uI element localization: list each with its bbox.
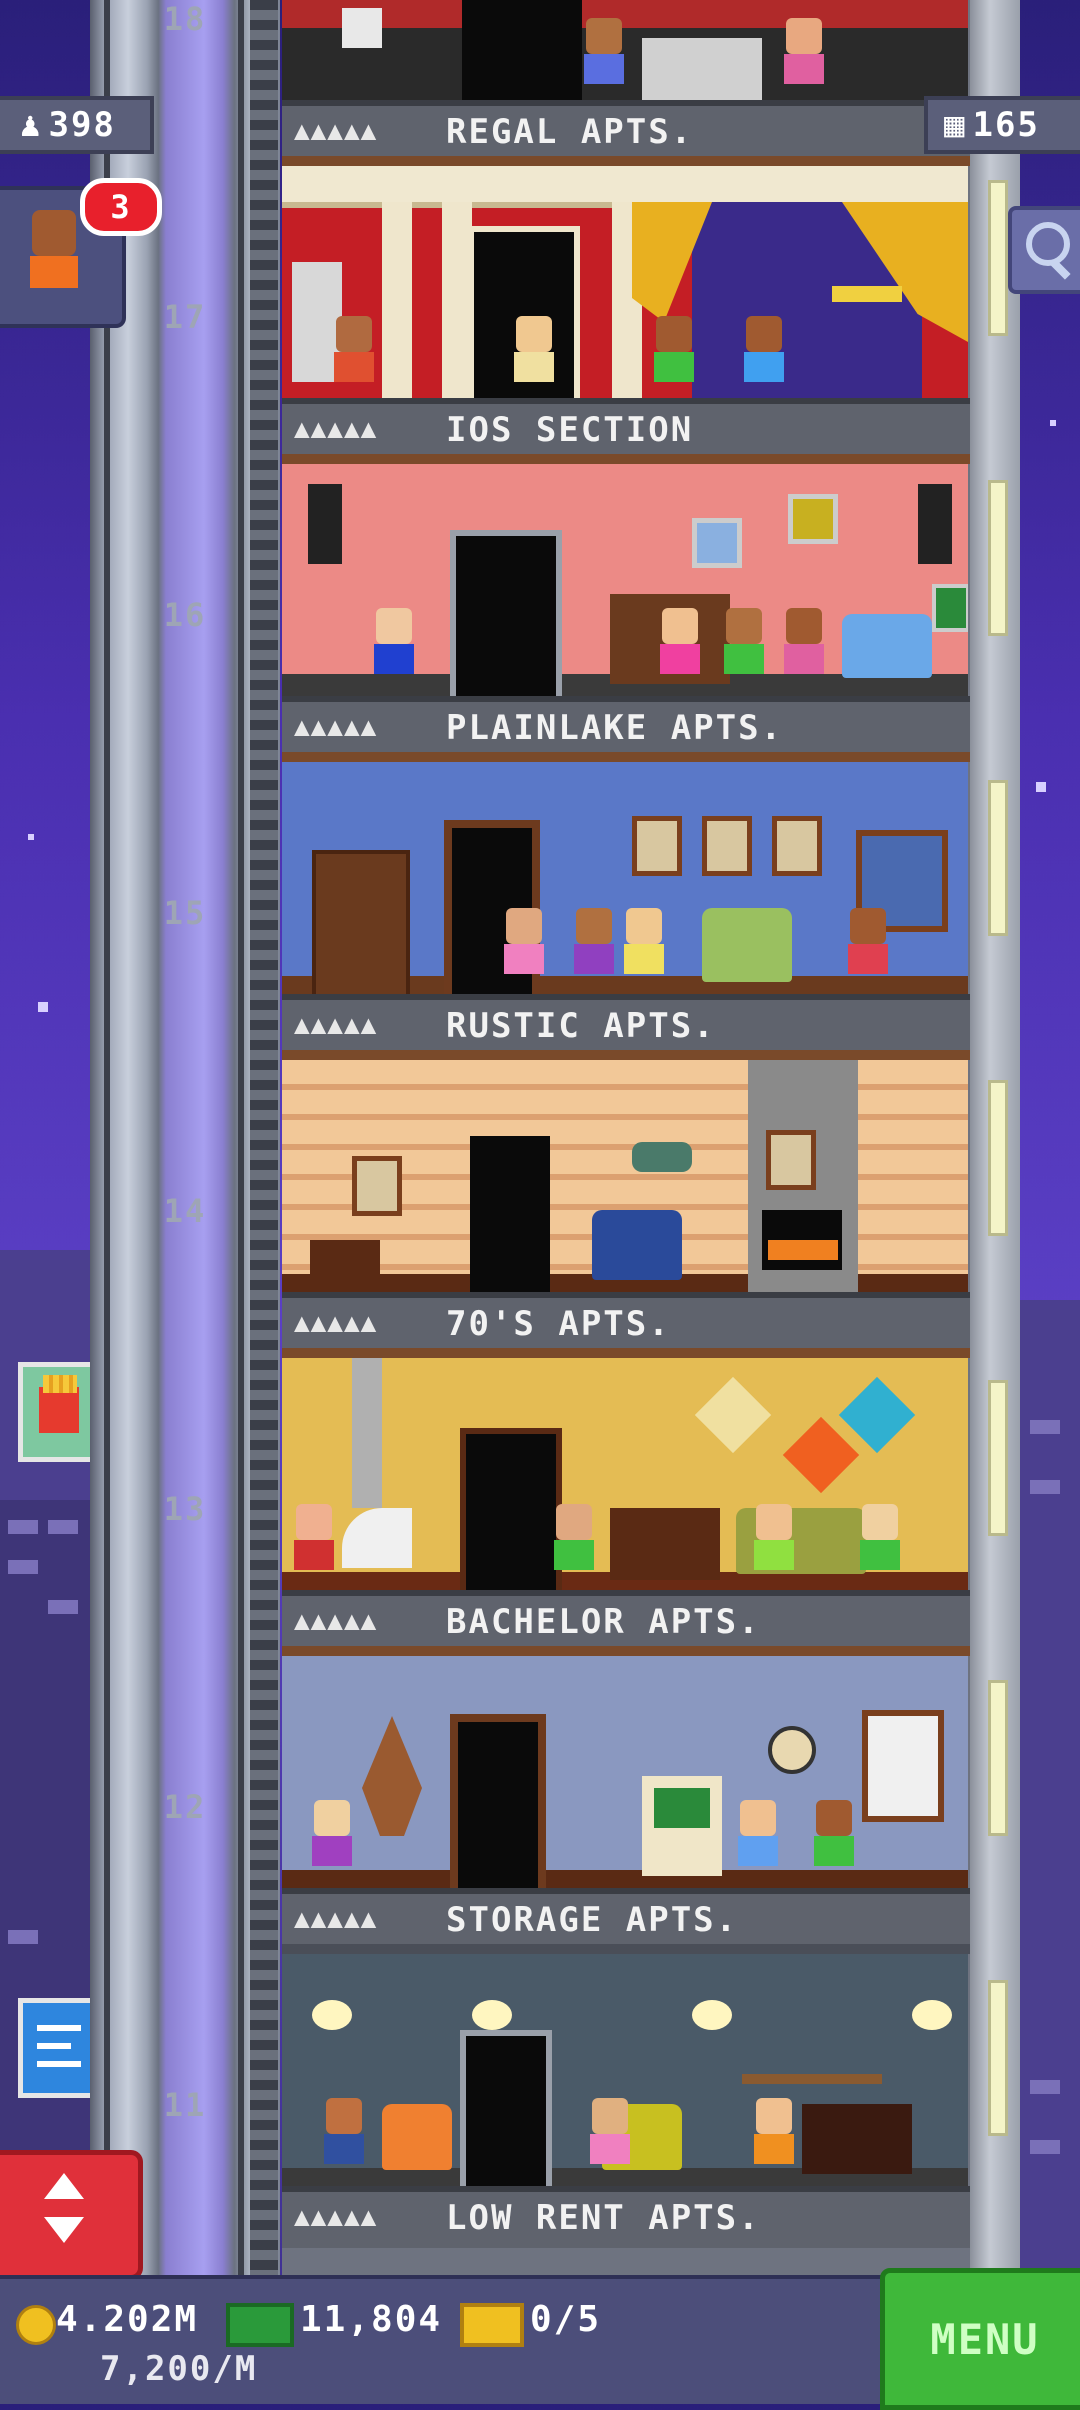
star: [38, 1002, 48, 1012]
resident[interactable]: [736, 1800, 780, 1878]
floor-name: LOW RENT APTS.: [446, 2198, 761, 2238]
notification-badge: 3: [80, 178, 162, 236]
population-counter[interactable]: ♟ 398: [0, 96, 154, 154]
floor-number: 11: [163, 2086, 207, 2124]
floor-bachelor-apts[interactable]: ▲▲▲▲▲ BACHELOR APTS.: [282, 1358, 970, 1656]
elevator-cable: [250, 0, 278, 2275]
resident[interactable]: [310, 1800, 354, 1878]
armchair: [592, 1210, 682, 1280]
resident[interactable]: [858, 1504, 902, 1582]
floor-ios-section[interactable]: ▲▲▲▲▲ IOS SECTION: [282, 166, 970, 464]
coin-rate: 7,200/M: [100, 2349, 258, 2389]
star: [1050, 420, 1056, 426]
floor-rating-stars: ▲▲▲▲▲: [294, 1904, 378, 1934]
floor-rating-stars: ▲▲▲▲▲: [294, 414, 378, 444]
resident[interactable]: [742, 316, 786, 394]
floor-number: 15: [163, 894, 207, 932]
floor-70s-apts[interactable]: ▲▲▲▲▲ 70'S APTS.: [282, 1060, 970, 1358]
floor-low-rent-apts[interactable]: ▲▲▲▲▲ LOW RENT APTS.: [282, 1954, 970, 2252]
up-arrow-icon: [44, 2173, 84, 2199]
city-building-right: [1020, 1300, 1080, 2280]
floor-number: 14: [163, 1192, 207, 1230]
bux-value: 11,804: [300, 2299, 443, 2340]
floor-rating-stars: ▲▲▲▲▲: [294, 1010, 378, 1040]
resident[interactable]: [722, 608, 766, 686]
resident[interactable]: [652, 316, 696, 394]
star: [1036, 782, 1046, 792]
coins-value: 4.202M: [56, 2299, 199, 2340]
resident[interactable]: [658, 608, 702, 686]
floor-plainlake-apts[interactable]: ▲▲▲▲▲ PLAINLAKE APTS.: [282, 464, 970, 762]
floor-number: 16: [163, 596, 207, 634]
resident[interactable]: [752, 1504, 796, 1582]
floor-number: 12: [163, 1788, 207, 1826]
floor-number: 18: [163, 0, 207, 38]
resident[interactable]: [622, 908, 666, 986]
down-arrow-icon: [44, 2217, 84, 2243]
resident[interactable]: [812, 1800, 856, 1878]
floor-count-value: 165: [972, 105, 1040, 145]
floor-regal-apts[interactable]: ▲▲▲▲▲ REGAL APTS.: [282, 0, 970, 166]
floor-count-counter[interactable]: ▦ 165: [924, 96, 1080, 154]
floor-rating-stars: ▲▲▲▲▲: [294, 2202, 378, 2232]
resident[interactable]: [502, 908, 546, 986]
menu-button[interactable]: MENU: [880, 2268, 1080, 2410]
bux-icon: [226, 2303, 294, 2347]
ticket-icon: [460, 2303, 524, 2347]
floor-name: RUSTIC APTS.: [446, 1006, 716, 1046]
resident[interactable]: [588, 2098, 632, 2176]
floor-number: 13: [163, 1490, 207, 1528]
floor-name: BACHELOR APTS.: [446, 1602, 761, 1642]
search-button[interactable]: [1008, 206, 1080, 294]
resident[interactable]: [322, 2098, 366, 2176]
floor-rating-stars: ▲▲▲▲▲: [294, 1606, 378, 1636]
document-billboard[interactable]: [18, 1998, 100, 2098]
floor-rating-stars: ▲▲▲▲▲: [294, 712, 378, 742]
star: [28, 834, 34, 840]
building-icon: ▦: [944, 105, 967, 145]
resident[interactable]: [782, 18, 826, 96]
floor-storage-apts[interactable]: ▲▲▲▲▲ STORAGE APTS.: [282, 1656, 970, 1954]
resident[interactable]: [582, 18, 626, 96]
floor-number: 17: [163, 298, 207, 336]
floor-name: STORAGE APTS.: [446, 1900, 739, 1940]
resident[interactable]: [846, 908, 890, 986]
tickets-value: 0/5: [530, 2299, 602, 2340]
resident[interactable]: [372, 608, 416, 686]
armchair: [382, 2104, 452, 2170]
resident[interactable]: [552, 1504, 596, 1582]
tower-right-wall: [970, 0, 1020, 2275]
elevator-button[interactable]: [0, 2150, 143, 2280]
avatar: [26, 210, 82, 302]
floor-rating-stars: ▲▲▲▲▲: [294, 116, 378, 146]
resident[interactable]: [752, 2098, 796, 2176]
armchair: [702, 908, 792, 982]
resident[interactable]: [782, 608, 826, 686]
coin-icon: [16, 2305, 56, 2345]
resident[interactable]: [332, 316, 376, 394]
resident[interactable]: [512, 316, 556, 394]
population-value: 398: [48, 105, 116, 145]
floor-name: IOS SECTION: [446, 410, 694, 450]
search-icon: [1026, 222, 1070, 266]
sofa: [842, 614, 932, 678]
floor-name: REGAL APTS.: [446, 112, 694, 152]
floor-name: 70'S APTS.: [446, 1304, 671, 1344]
resident[interactable]: [572, 908, 616, 986]
person-icon: ♟: [20, 105, 43, 145]
floor-name: PLAINLAKE APTS.: [446, 708, 784, 748]
fries-billboard[interactable]: [18, 1362, 100, 1462]
resident[interactable]: [292, 1504, 336, 1582]
floor-rating-stars: ▲▲▲▲▲: [294, 1308, 378, 1338]
floor-rustic-apts[interactable]: ▲▲▲▲▲ RUSTIC APTS.: [282, 762, 970, 1060]
